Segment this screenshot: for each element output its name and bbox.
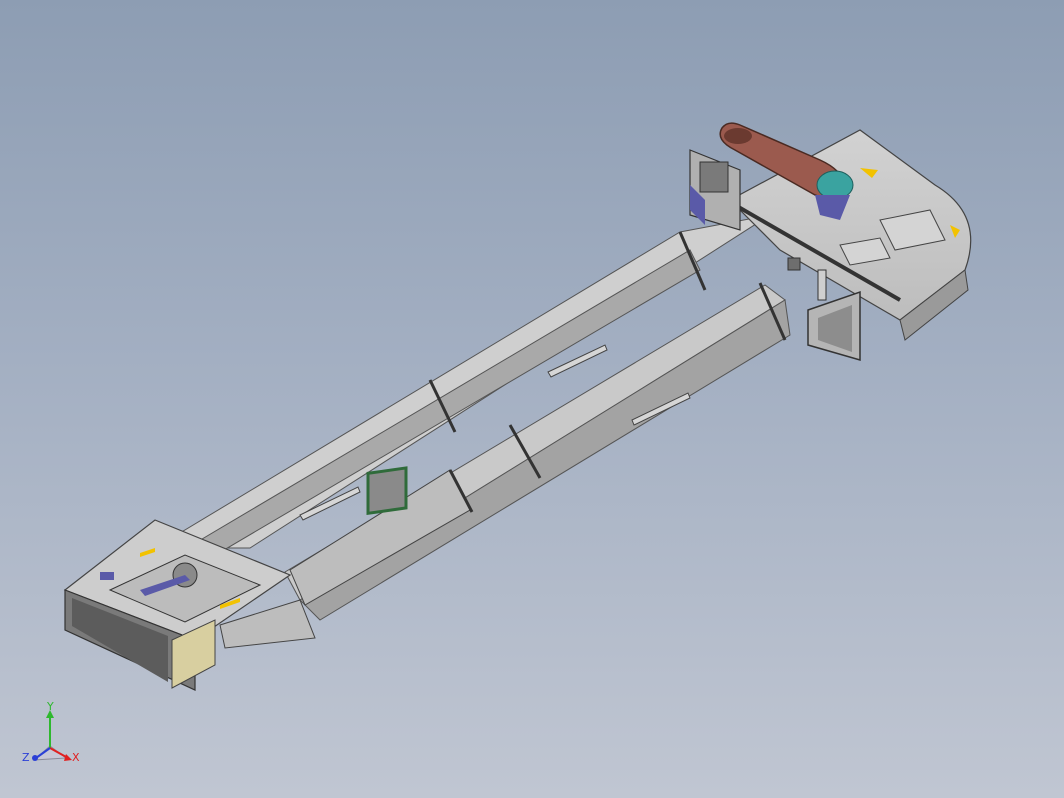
- gearbox: [816, 170, 854, 200]
- z-axis-label: Z: [22, 751, 30, 764]
- x-axis-label: X: [72, 751, 80, 764]
- inspection-door: [366, 466, 408, 515]
- model-view[interactable]: [0, 0, 1064, 798]
- graphics-viewport[interactable]: Y Z X: [0, 0, 1064, 798]
- axis-triad: Y Z X: [22, 700, 80, 764]
- y-axis-label: Y: [46, 700, 54, 713]
- boot-section: [63, 519, 316, 691]
